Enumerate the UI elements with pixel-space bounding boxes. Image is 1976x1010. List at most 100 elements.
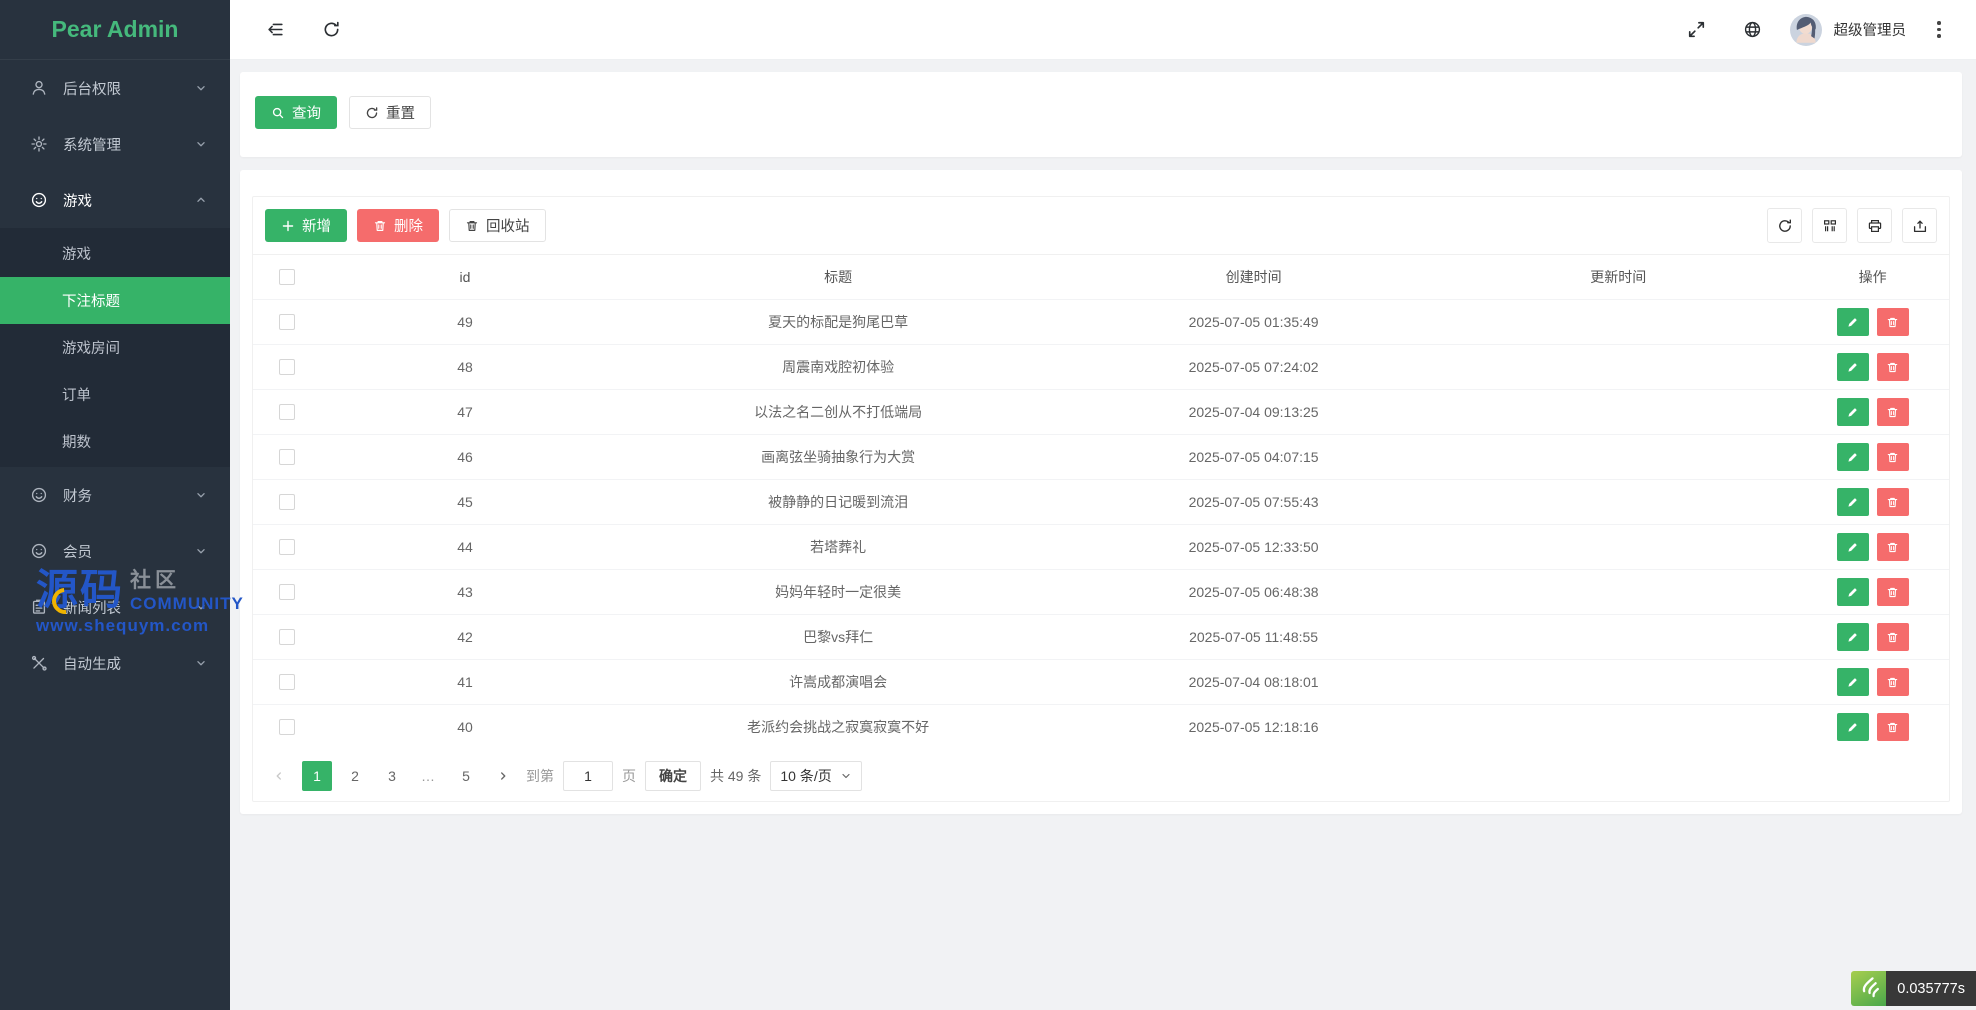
row-title: 老派约会挑战之寂寞寂寞不好 xyxy=(609,717,1067,737)
edit-button[interactable] xyxy=(1837,308,1869,336)
avatar[interactable] xyxy=(1790,14,1822,46)
page-button[interactable]: 2 xyxy=(341,761,369,791)
status-chip: 0.035777s xyxy=(1851,971,1976,1006)
sidebar-item[interactable]: 后台权限 xyxy=(0,60,230,116)
sidebar-subitem[interactable]: 期数 xyxy=(0,418,230,465)
row-checkbox[interactable] xyxy=(279,584,295,600)
row-created-time: 2025-07-04 09:13:25 xyxy=(1067,404,1440,420)
page-button[interactable]: 1 xyxy=(302,761,332,791)
row-delete-button[interactable] xyxy=(1877,443,1909,471)
row-created-time: 2025-07-05 06:48:38 xyxy=(1067,584,1440,600)
page-size-select[interactable]: 10 条/页 xyxy=(770,761,861,791)
more-menu-icon[interactable] xyxy=(1924,11,1954,49)
row-created-time: 2025-07-05 11:48:55 xyxy=(1067,629,1440,645)
edit-button[interactable] xyxy=(1837,533,1869,561)
prev-page-icon[interactable] xyxy=(265,761,293,791)
page-button[interactable]: 3 xyxy=(378,761,406,791)
next-page-icon[interactable] xyxy=(489,761,517,791)
row-delete-button[interactable] xyxy=(1877,713,1909,741)
column-header-updated: 更新时间 xyxy=(1440,267,1796,287)
row-checkbox[interactable] xyxy=(279,314,295,330)
smiley-icon xyxy=(30,542,48,560)
reset-button[interactable]: 重置 xyxy=(349,96,431,129)
export-icon[interactable] xyxy=(1902,208,1937,243)
recycle-bin-button[interactable]: 回收站 xyxy=(449,209,546,242)
sidebar-subitem[interactable]: 订单 xyxy=(0,371,230,418)
row-delete-button[interactable] xyxy=(1877,488,1909,516)
edit-button[interactable] xyxy=(1837,353,1869,381)
row-checkbox[interactable] xyxy=(279,629,295,645)
language-globe-icon[interactable] xyxy=(1734,11,1772,49)
row-delete-button[interactable] xyxy=(1877,398,1909,426)
row-delete-button[interactable] xyxy=(1877,578,1909,606)
sidebar-item[interactable]: 会员 xyxy=(0,523,230,579)
row-title: 被静静的日记暖到流泪 xyxy=(609,492,1067,512)
page-ellipsis: … xyxy=(415,761,443,791)
sidebar-item[interactable]: 游戏 xyxy=(0,172,230,228)
row-title: 以法之名二创从不打低端局 xyxy=(609,402,1067,422)
row-id: 44 xyxy=(321,539,609,555)
sidebar-item[interactable]: 新闻列表 xyxy=(0,579,230,635)
chevron-down-icon xyxy=(194,600,208,614)
table-row: 47以法之名二创从不打低端局2025-07-04 09:13:25 xyxy=(253,389,1949,434)
row-id: 48 xyxy=(321,359,609,375)
edit-button[interactable] xyxy=(1837,668,1869,696)
page-button[interactable]: 5 xyxy=(452,761,480,791)
table-row: 48周震南戏腔初体验2025-07-05 07:24:02 xyxy=(253,344,1949,389)
row-delete-button[interactable] xyxy=(1877,668,1909,696)
add-button[interactable]: 新增 xyxy=(265,209,347,242)
sidebar-subitem[interactable]: 游戏 xyxy=(0,230,230,277)
print-icon[interactable] xyxy=(1857,208,1892,243)
row-delete-button[interactable] xyxy=(1877,353,1909,381)
row-checkbox[interactable] xyxy=(279,359,295,375)
table-row: 46画离弦坐骑抽象行为大赏2025-07-05 04:07:15 xyxy=(253,434,1949,479)
filter-columns-icon[interactable] xyxy=(1812,208,1847,243)
row-delete-button[interactable] xyxy=(1877,623,1909,651)
fullscreen-icon[interactable] xyxy=(1678,11,1716,49)
user-icon xyxy=(30,79,48,97)
sidebar-subitem[interactable]: 下注标题 xyxy=(0,277,230,324)
page-load-time: 0.035777s xyxy=(1886,971,1976,1006)
smiley-icon xyxy=(30,191,48,209)
select-all-checkbox[interactable] xyxy=(279,269,295,285)
table-refresh-icon[interactable] xyxy=(1767,208,1802,243)
row-checkbox[interactable] xyxy=(279,494,295,510)
sidebar-item[interactable]: 自动生成 xyxy=(0,635,230,691)
edit-button[interactable] xyxy=(1837,578,1869,606)
confirm-jump-button[interactable]: 确定 xyxy=(645,761,701,791)
row-title: 妈妈年轻时一定很美 xyxy=(609,582,1067,602)
jump-page-input[interactable] xyxy=(563,761,613,791)
chevron-down-icon xyxy=(194,137,208,151)
row-checkbox[interactable] xyxy=(279,449,295,465)
sidebar-item[interactable]: 财务 xyxy=(0,467,230,523)
chevron-down-icon xyxy=(194,81,208,95)
edit-button[interactable] xyxy=(1837,398,1869,426)
edit-button[interactable] xyxy=(1837,443,1869,471)
row-delete-button[interactable] xyxy=(1877,308,1909,336)
username[interactable]: 超级管理员 xyxy=(1834,19,1907,40)
table-header-row: id 标题 创建时间 更新时间 操作 xyxy=(253,254,1949,299)
chevron-down-icon xyxy=(194,488,208,502)
edit-button[interactable] xyxy=(1837,623,1869,651)
row-checkbox[interactable] xyxy=(279,539,295,555)
collapse-sidebar-icon[interactable] xyxy=(256,11,294,49)
row-id: 40 xyxy=(321,719,609,735)
row-delete-button[interactable] xyxy=(1877,533,1909,561)
query-button[interactable]: 查询 xyxy=(255,96,337,129)
sidebar-item[interactable]: 系统管理 xyxy=(0,116,230,172)
row-created-time: 2025-07-05 04:07:15 xyxy=(1067,449,1440,465)
reset-refresh-icon xyxy=(365,106,379,120)
row-checkbox[interactable] xyxy=(279,404,295,420)
edit-button[interactable] xyxy=(1837,713,1869,741)
caret-down-icon xyxy=(840,770,852,782)
refresh-page-icon[interactable] xyxy=(312,11,350,49)
delete-button[interactable]: 删除 xyxy=(357,209,439,242)
edit-button[interactable] xyxy=(1837,488,1869,516)
column-header-title: 标题 xyxy=(609,267,1067,287)
gear-icon xyxy=(30,135,48,153)
sidebar-subitem[interactable]: 游戏房间 xyxy=(0,324,230,371)
row-id: 41 xyxy=(321,674,609,690)
content-area: 查询 重置 新增 xyxy=(230,60,1976,1010)
row-checkbox[interactable] xyxy=(279,719,295,735)
row-checkbox[interactable] xyxy=(279,674,295,690)
